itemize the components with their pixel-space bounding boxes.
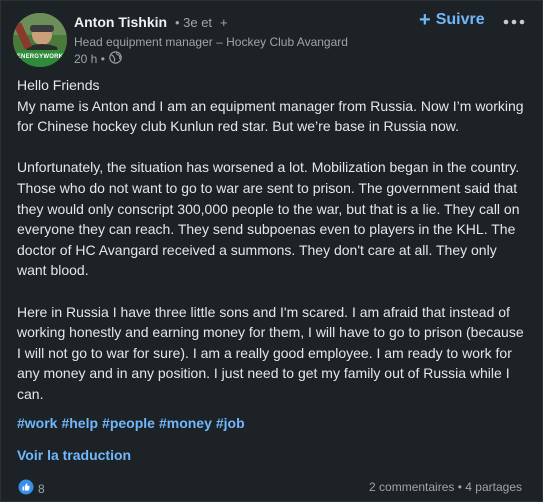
hashtag-work[interactable]: #work <box>17 415 57 431</box>
hashtag-help[interactable]: #help <box>61 415 98 431</box>
avatar-badge: ENERGYWORK <box>13 50 67 67</box>
hashtag-list: #work #help #people #money #job <box>17 415 249 431</box>
author-headline: Head equipment manager – Hockey Club Ava… <box>74 35 348 49</box>
hashtag-people[interactable]: #people <box>102 415 155 431</box>
connection-degree: • 3e et <box>174 15 213 30</box>
post-header: ENERGYWORK Anton Tishkin • 3e et + Head … <box>1 1 542 71</box>
ellipsis-icon <box>503 19 525 25</box>
separator-dot: • <box>454 480 466 494</box>
author-name-row: Anton Tishkin • 3e et + <box>74 14 228 30</box>
engagement-counts: 2 commentaires • 4 partages <box>369 480 522 494</box>
situation-paragraph: Unfortunately, the situation has worsene… <box>17 159 520 279</box>
more-options-button[interactable] <box>501 11 527 33</box>
reactions-count: 8 <box>38 481 45 496</box>
hashtag-money[interactable]: #money <box>159 415 212 431</box>
greeting-line: Hello Friends <box>17 77 100 93</box>
reactions-summary[interactable]: 8 <box>18 479 45 498</box>
connect-mark: + <box>219 15 228 30</box>
author-avatar[interactable]: ENERGYWORK <box>13 13 67 67</box>
like-reaction-icon <box>18 479 34 498</box>
family-paragraph: Here in Russia I have three little sons … <box>17 303 524 402</box>
post-meta: 20 h • <box>74 51 122 67</box>
see-translation-link[interactable]: Voir la traduction <box>17 447 131 463</box>
follow-button[interactable]: + Suivre <box>419 9 485 31</box>
intro-paragraph: My name is Anton and I am an equipment m… <box>17 97 524 135</box>
comments-count-link[interactable]: 2 commentaires <box>369 480 454 494</box>
shares-count-link[interactable]: 4 partages <box>465 480 522 494</box>
post-card: ENERGYWORK Anton Tishkin • 3e et + Head … <box>0 0 543 502</box>
follow-label: Suivre <box>435 11 485 28</box>
hashtag-job[interactable]: #job <box>216 415 245 431</box>
post-time: 20 h • <box>74 52 105 66</box>
author-name[interactable]: Anton Tishkin <box>74 14 167 30</box>
plus-icon: + <box>419 9 431 31</box>
globe-icon <box>109 51 122 67</box>
post-body: Hello Friends My name is Anton and I am … <box>17 75 529 405</box>
